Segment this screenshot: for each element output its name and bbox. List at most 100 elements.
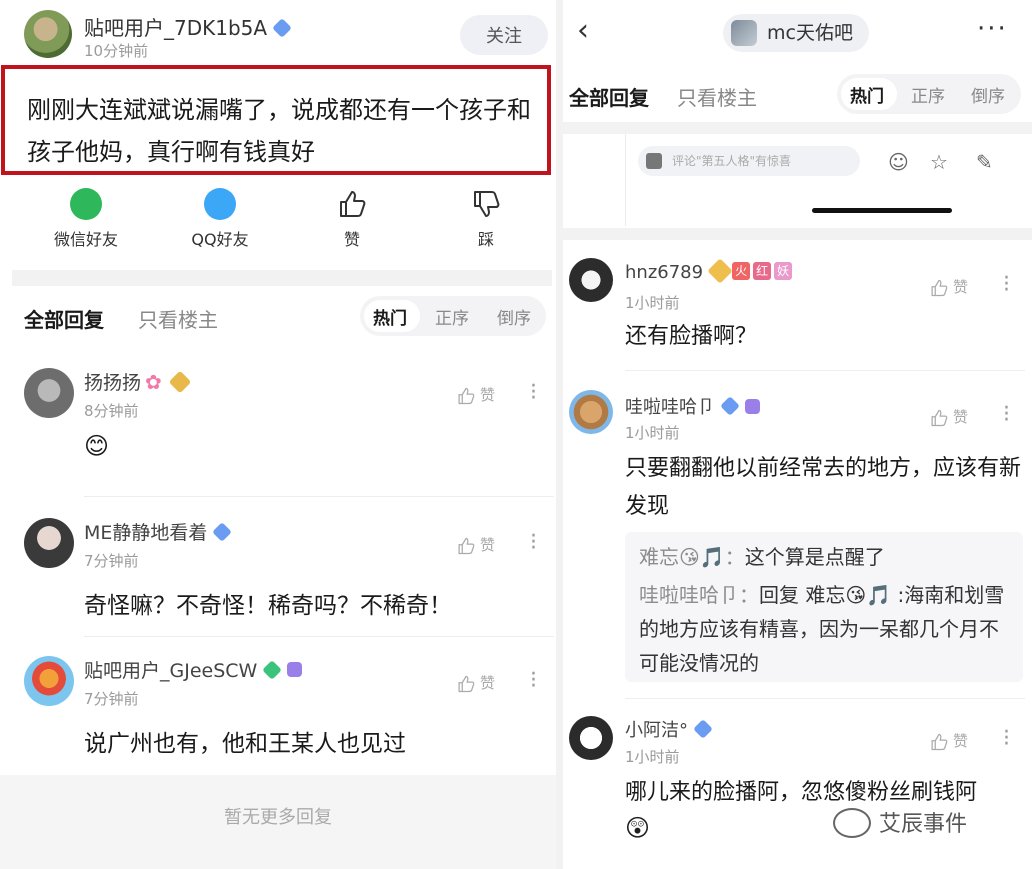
sort-switch: 热门 正序 倒序 — [360, 296, 546, 336]
comment-composer: 评论"第五人格"有惊喜 ☺ ☆ ✎ — [625, 134, 1026, 226]
thumbs-down-icon — [474, 191, 500, 217]
comment-time: 7分钟前 — [84, 552, 139, 570]
star-icon[interactable]: ☆ — [930, 150, 948, 174]
comment-like-button[interactable]: 赞 — [929, 276, 968, 298]
author-name[interactable]: 贴吧用户_7DK1b5A — [84, 16, 267, 40]
comment-author-row[interactable]: 小阿洁° — [625, 716, 713, 742]
comment-author-row[interactable]: ME静静地看着 — [84, 518, 233, 545]
avatar[interactable] — [569, 390, 613, 434]
forum-name-pill[interactable]: mc天佑吧 — [723, 14, 869, 52]
tab-host-only[interactable]: 只看楼主 — [677, 82, 757, 111]
comment-input-placeholder: 评论"第五人格"有惊喜 — [672, 154, 792, 168]
dislike-post-button[interactable]: 踩 — [436, 188, 536, 250]
sort-ascending[interactable]: 正序 — [435, 304, 469, 329]
author-name-row[interactable]: 贴吧用户_7DK1b5A — [84, 12, 292, 41]
follow-button[interactable]: 关注 — [460, 15, 548, 55]
avatar[interactable] — [24, 518, 74, 568]
sort-hot[interactable]: 热门 — [373, 304, 407, 329]
comment-text: 😊 — [84, 432, 110, 460]
sub-replies-box[interactable]: 难忘😘🎵：这个算是点醒了 哇啦哇哈卩：回复 难忘😘🎵 :海南和划雪的地方应该有精… — [625, 532, 1023, 682]
more-options-icon[interactable]: · · · — [530, 526, 538, 560]
sort-hot[interactable]: 热门 — [850, 82, 884, 107]
avatar[interactable] — [569, 716, 613, 760]
watermark-text: 艾辰事件 — [879, 812, 968, 837]
more-options-icon[interactable]: · · · — [1003, 722, 1011, 756]
thumbs-up-icon — [458, 675, 475, 692]
comment-divider — [84, 496, 554, 497]
comment-like-button[interactable]: 赞 — [929, 730, 968, 752]
more-options-icon[interactable]: · · · — [530, 664, 538, 698]
highlight-frame: 刚刚大连斌斌说漏嘴了，说成都还有一个孩子和孩子他妈，真行啊有钱真好 — [1, 65, 551, 175]
comment-author-row[interactable]: 贴吧用户_GJeeSCW — [84, 656, 303, 683]
author-avatar[interactable] — [24, 10, 72, 58]
back-icon[interactable]: ‹ — [577, 16, 589, 46]
sub-reply-author[interactable]: 难忘😘🎵： — [639, 545, 745, 569]
sort-ascending[interactable]: 正序 — [911, 82, 945, 107]
no-more-label: 暂无更多回复 — [224, 807, 332, 828]
comment-like-label: 赞 — [953, 408, 969, 426]
more-options-icon[interactable]: · · · — [1003, 268, 1011, 302]
watermark: 艾辰事件 — [833, 806, 967, 840]
comment-like-button[interactable]: 赞 — [456, 534, 495, 556]
comment-like-button[interactable]: 赞 — [456, 384, 495, 406]
comment-author[interactable]: 小阿洁° — [625, 720, 688, 741]
comment-time: 1小时前 — [625, 748, 680, 766]
thumbs-up-icon — [340, 191, 366, 217]
comment-text: 说广州也有，他和王某人也见过 — [84, 731, 406, 757]
more-options-icon[interactable]: · · · — [1003, 398, 1011, 432]
comment-input[interactable]: 评论"第五人格"有惊喜 — [638, 146, 860, 176]
avatar[interactable] — [569, 258, 613, 302]
comment-author-row[interactable]: hnz6789 火红妖 — [625, 258, 793, 284]
comment-like-button[interactable]: 赞 — [929, 406, 968, 428]
share-qq-label: QQ好友 — [191, 230, 249, 249]
level-badge-icon — [212, 521, 233, 542]
forum-avatar-icon — [731, 20, 757, 46]
share-qq-button[interactable]: QQ好友 — [170, 188, 270, 250]
comment-author[interactable]: ME静静地看着 — [84, 522, 207, 544]
post-time: 10分钟前 — [84, 42, 149, 60]
fire-tag: 火 — [732, 262, 751, 280]
share-bar: 微信好友 QQ好友 赞 踩 — [0, 188, 556, 258]
comment-like-label: 赞 — [480, 386, 496, 404]
level-badge-icon — [693, 719, 713, 739]
avatar[interactable] — [24, 656, 74, 706]
comment-author-row[interactable]: 扬扬扬 ✿ — [84, 368, 192, 395]
comment-like-label: 赞 — [953, 278, 969, 296]
share-wechat-button[interactable]: 微信好友 — [36, 188, 136, 250]
sort-descending[interactable]: 倒序 — [497, 304, 531, 329]
tab-all-replies[interactable]: 全部回复 — [569, 82, 649, 111]
astonished-emoji-icon: 😲 — [625, 814, 651, 842]
comment-like-button[interactable]: 赞 — [456, 672, 495, 694]
sort-descending[interactable]: 倒序 — [971, 82, 1005, 107]
red-tag: 红 — [753, 262, 772, 280]
comment-author[interactable]: 扬扬扬 — [84, 372, 141, 394]
member-badge-icon — [745, 398, 760, 414]
more-menu-icon[interactable]: ··· — [977, 14, 1008, 44]
tab-host-only[interactable]: 只看楼主 — [138, 304, 218, 333]
comment-author[interactable]: hnz6789 — [625, 262, 703, 283]
reply-tabs: 全部回复 只看楼主 热门 正序 倒序 — [563, 72, 1032, 118]
sub-reply-author[interactable]: 哇啦哇哈卩： — [639, 583, 759, 607]
level-badge-icon — [272, 17, 292, 38]
comment-author-row[interactable]: 哇啦哇哈卩 — [625, 393, 760, 419]
comment-time: 7分钟前 — [84, 690, 139, 708]
comment-author[interactable]: 贴吧用户_GJeeSCW — [84, 660, 257, 682]
emoji-icon[interactable]: ☺ — [888, 150, 909, 174]
more-options-icon[interactable]: · · · — [530, 376, 538, 410]
tab-all-replies[interactable]: 全部回复 — [24, 304, 104, 333]
edit-icon[interactable]: ✎ — [976, 150, 993, 174]
sub-reply: 哇啦哇哈卩：回复 难忘😘🎵 :海南和划雪的地方应该有精喜，因为一呆都几个月不可能… — [639, 578, 1009, 680]
member-badge-icon — [287, 662, 303, 677]
comment-time: 8分钟前 — [84, 402, 139, 420]
comment-text: 只要翻翻他以前经常去的地方，应该有新发现 — [625, 456, 1022, 519]
left-screenshot: 贴吧用户_7DK1b5A 10分钟前 关注 刚刚大连斌斌说漏嘴了，说成都还有一个… — [0, 0, 556, 869]
comment-item: 扬扬扬 ✿ 8分钟前 😊 赞 · · · — [0, 362, 556, 497]
like-post-button[interactable]: 赞 — [302, 188, 402, 250]
like-post-label: 赞 — [343, 230, 360, 249]
comment-divider — [625, 370, 1025, 371]
reply-tabs: 全部回复 只看楼主 热门 正序 倒序 — [0, 294, 556, 340]
comment-author[interactable]: 哇啦哇哈卩 — [625, 397, 715, 418]
user-avatar-icon — [646, 152, 662, 169]
avatar[interactable] — [24, 368, 74, 418]
comment-item: ME静静地看着 7分钟前 奇怪嘛？不奇怪！稀奇吗？不稀奇！ 赞 · · · — [0, 512, 556, 637]
